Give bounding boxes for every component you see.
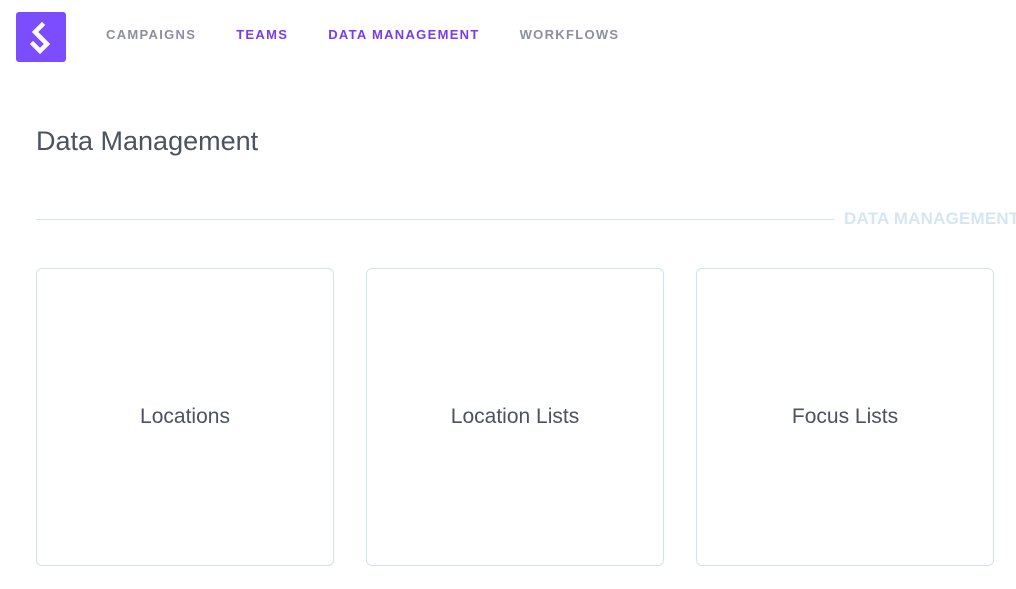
app-logo[interactable] bbox=[16, 12, 66, 62]
top-navigation-bar: CAMPAIGNS TEAMS DATA MANAGEMENT WORKFLOW… bbox=[0, 0, 1016, 70]
diamond-arrow-logo-icon bbox=[29, 21, 51, 55]
nav-data-management[interactable]: DATA MANAGEMENT bbox=[328, 27, 479, 42]
card-label: Location Lists bbox=[450, 405, 580, 428]
card-label: Focus Lists bbox=[791, 405, 899, 428]
nav-teams[interactable]: TEAMS bbox=[236, 27, 288, 42]
section-label: DATA MANAGEMENT bbox=[844, 209, 1016, 228]
card-label: Locations bbox=[140, 405, 230, 428]
card-focus-lists[interactable]: Focus Lists bbox=[696, 268, 994, 566]
main-nav: CAMPAIGNS TEAMS DATA MANAGEMENT WORKFLOW… bbox=[106, 27, 659, 42]
nav-campaigns[interactable]: CAMPAIGNS bbox=[106, 27, 196, 42]
card-locations[interactable]: Locations bbox=[36, 268, 334, 566]
nav-workflows[interactable]: WORKFLOWS bbox=[520, 27, 620, 42]
card-location-lists[interactable]: Location Lists bbox=[366, 268, 664, 566]
section-divider bbox=[36, 219, 834, 220]
page-title: Data Management bbox=[36, 126, 259, 156]
